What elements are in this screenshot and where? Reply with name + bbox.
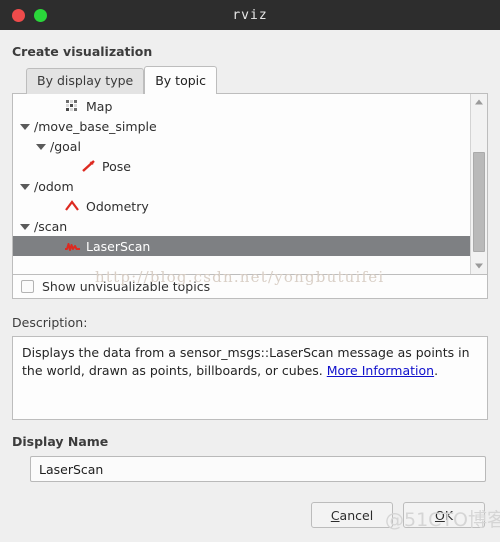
chevron-down-icon[interactable]	[19, 220, 32, 233]
tab-by-topic[interactable]: By topic	[144, 66, 218, 94]
chevron-down-icon[interactable]	[35, 140, 48, 153]
display-name-input[interactable]: LaserScan	[30, 456, 486, 482]
description-box: Displays the data from a sensor_msgs::La…	[12, 336, 488, 420]
tree-row-scan[interactable]: /scan	[13, 216, 470, 236]
show-unvisualizable-checkbox[interactable]	[21, 280, 34, 293]
scroll-up-icon[interactable]	[471, 94, 487, 110]
tree-row-pose[interactable]: Pose	[13, 156, 470, 176]
tree-row-goal[interactable]: /goal	[13, 136, 470, 156]
scrollbar-thumb[interactable]	[473, 152, 485, 252]
tree-row-move-base-simple[interactable]: /move_base_simple	[13, 116, 470, 136]
tab-by-display-type[interactable]: By display type	[26, 68, 145, 94]
tree-row-label: /scan	[34, 218, 68, 234]
ok-label-rest: K	[444, 507, 454, 523]
tree-row-label: Map	[86, 98, 113, 114]
tree-row-label: /odom	[34, 178, 74, 194]
tree-row-label: Pose	[102, 158, 131, 174]
page-title: Create visualization	[12, 44, 153, 59]
pose-icon	[80, 159, 97, 173]
scroll-down-icon[interactable]	[471, 258, 487, 274]
tree-row-odometry[interactable]: Odometry	[13, 196, 470, 216]
create-visualization-dialog: Create visualization By display type By …	[0, 30, 500, 542]
cancel-mnemonic: C	[330, 507, 340, 523]
odometry-icon	[64, 199, 81, 213]
tree-row-label: LaserScan	[86, 238, 151, 254]
expand-arrow-placeholder	[49, 240, 62, 253]
ok-mnemonic: O	[434, 507, 445, 523]
chevron-down-icon[interactable]	[19, 180, 32, 193]
cancel-button[interactable]: Cancel	[311, 502, 393, 528]
tree-row-label: /move_base_simple	[34, 118, 157, 134]
cancel-label-rest: ancel	[339, 507, 374, 523]
window-title: rviz	[232, 7, 268, 23]
more-information-link[interactable]: More Information	[327, 363, 434, 378]
tree-row-label: Odometry	[86, 198, 149, 214]
maximize-button[interactable]	[34, 8, 47, 22]
tree-row-laserscan[interactable]: LaserScan	[13, 236, 470, 256]
tree-row-label: /goal	[50, 138, 81, 154]
map-icon	[64, 99, 81, 113]
tree-row-odom[interactable]: /odom	[13, 176, 470, 196]
tab-bar: By display type By topic	[26, 66, 488, 94]
chevron-down-icon[interactable]	[19, 120, 32, 133]
show-unvisualizable-row[interactable]: Show unvisualizable topics	[12, 275, 488, 299]
show-unvisualizable-label: Show unvisualizable topics	[42, 279, 211, 294]
topic-tree-panel: Map /move_base_simple /goal Pose /odom O…	[12, 93, 488, 275]
display-name-label: Display Name	[12, 434, 109, 449]
topic-tree-list[interactable]: Map /move_base_simple /goal Pose /odom O…	[13, 94, 470, 274]
dialog-button-row: Cancel OK	[12, 502, 488, 528]
window-titlebar: rviz	[0, 0, 500, 30]
expand-arrow-placeholder	[49, 100, 62, 113]
tree-row-map[interactable]: Map	[13, 96, 470, 116]
expand-arrow-placeholder	[65, 160, 78, 173]
expand-arrow-placeholder	[49, 200, 62, 213]
window-controls	[12, 8, 47, 22]
laserscan-icon	[64, 239, 81, 253]
ok-button[interactable]: OK	[403, 502, 485, 528]
close-button[interactable]	[12, 8, 25, 22]
description-label: Description:	[12, 315, 88, 330]
description-text-tail: .	[434, 363, 439, 378]
tree-scrollbar[interactable]	[470, 94, 487, 274]
